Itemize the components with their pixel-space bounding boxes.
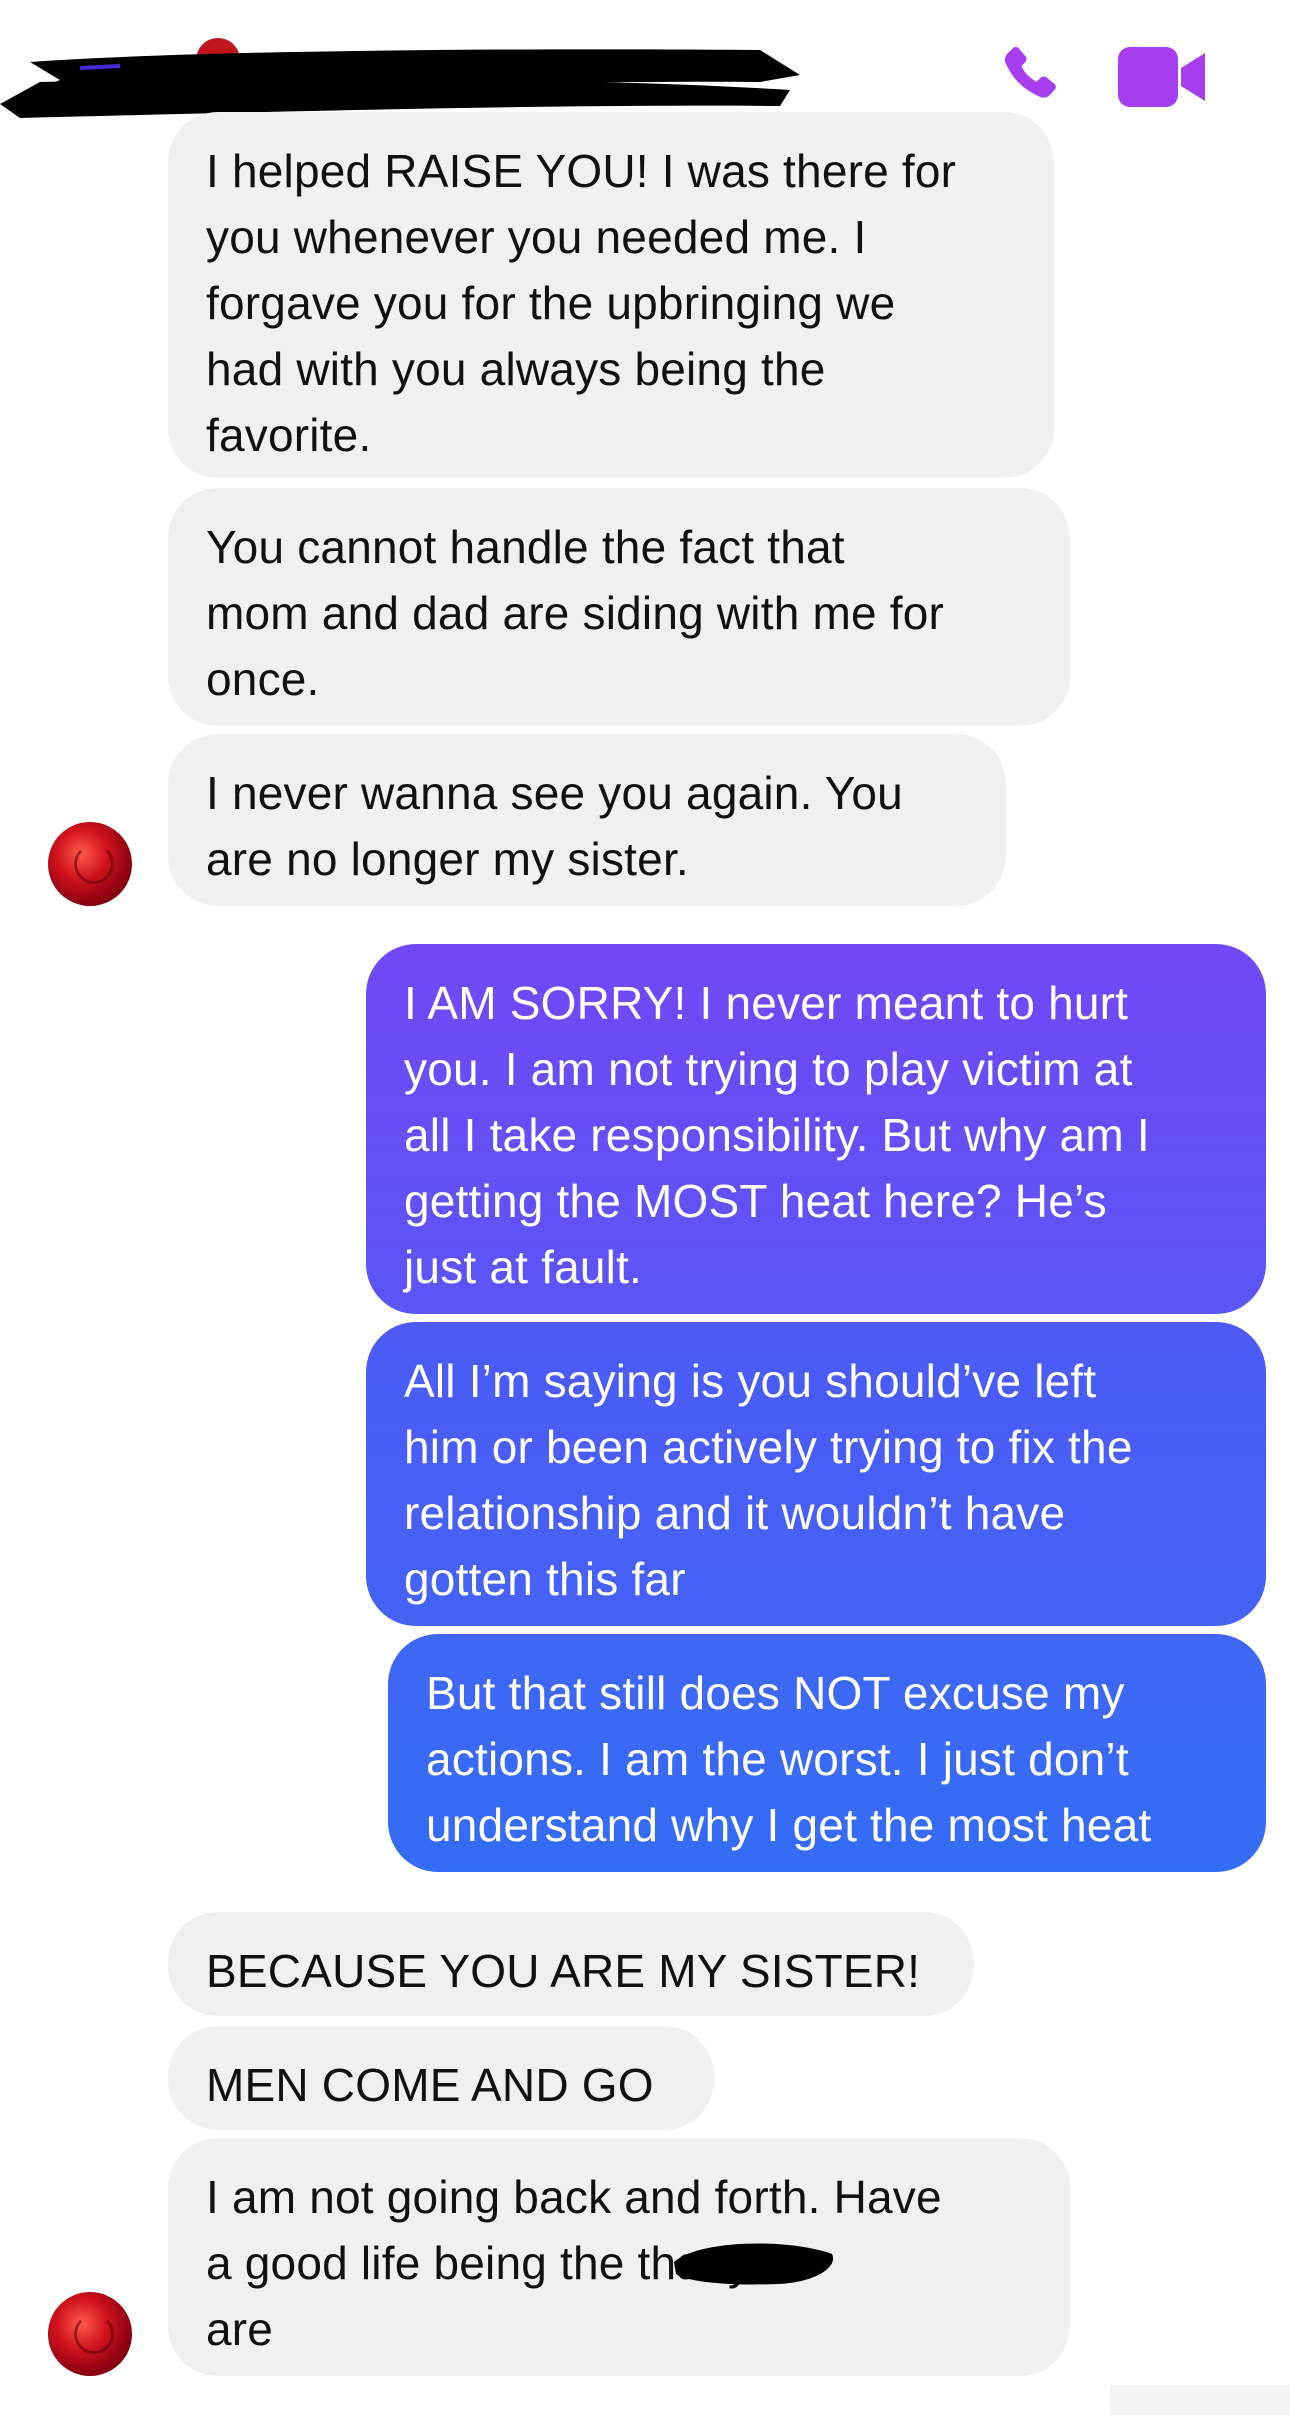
- outgoing-message-bubble[interactable]: But that still does NOT excuse my action…: [388, 1634, 1266, 1872]
- contact-avatar[interactable]: [48, 2292, 132, 2376]
- contact-avatar[interactable]: [48, 822, 132, 906]
- video-camera-icon[interactable]: [1118, 44, 1208, 110]
- outgoing-message-bubble[interactable]: I AM SORRY! I never meant to hurt you. I…: [366, 944, 1266, 1314]
- incoming-message-bubble[interactable]: I am not going back and forth. Have a go…: [168, 2138, 1070, 2376]
- incoming-message-bubble[interactable]: MEN COME AND GO: [168, 2026, 714, 2130]
- incoming-message-bubble[interactable]: I helped RAISE YOU! I was there for you …: [168, 112, 1054, 478]
- incoming-message-bubble[interactable]: I never wanna see you again. You are no …: [168, 734, 1006, 906]
- incoming-message-bubble[interactable]: BECAUSE YOU ARE MY SISTER!: [168, 1912, 974, 2016]
- phone-icon[interactable]: [992, 38, 1068, 114]
- redacted-word: [674, 2243, 834, 2285]
- bottom-edge: [1110, 2385, 1290, 2415]
- outgoing-message-bubble[interactable]: All I’m saying is you should’ve left him…: [366, 1322, 1266, 1626]
- incoming-message-bubble[interactable]: You cannot handle the fact that mom and …: [168, 488, 1070, 726]
